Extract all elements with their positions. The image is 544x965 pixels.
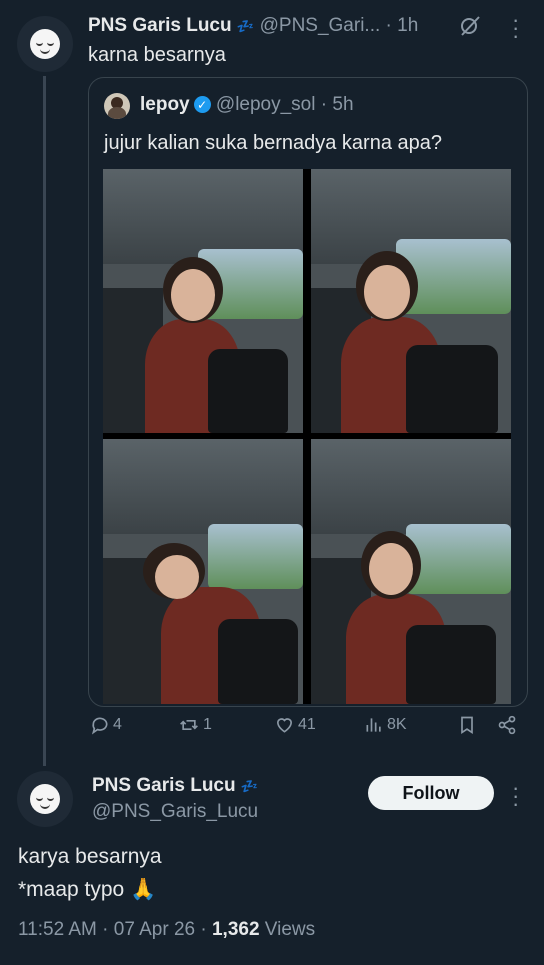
avatar[interactable] [17, 16, 73, 72]
follow-button[interactable]: Follow [368, 776, 494, 810]
author-name[interactable]: PNS Garis Lucu [88, 15, 232, 36]
more-icon[interactable]: · · · [512, 9, 519, 47]
more-icon[interactable]: · · · [512, 777, 519, 815]
reply-timestamp[interactable]: 11:52 AM · 07 Apr 26 · [18, 919, 212, 940]
retweet-icon [180, 720, 198, 730]
retweet-button[interactable]: 1 [178, 715, 212, 735]
photo[interactable] [103, 169, 303, 433]
views-count: 8K [387, 716, 407, 733]
reply-author-name[interactable]: PNS Garis Lucu [92, 775, 236, 796]
tweet-time[interactable]: · 1h [386, 15, 419, 36]
bookmark-button[interactable] [457, 715, 477, 735]
reply-avatar[interactable] [17, 771, 73, 827]
grok-icon[interactable] [458, 14, 482, 38]
quote-author-name: lepoy [140, 94, 190, 115]
reply-count: 4 [113, 716, 122, 733]
quoted-tweet[interactable]: lepoy ✓ @lepoy_sol · 5h jujur kalian suka… [88, 77, 528, 707]
views-button[interactable]: 8K [364, 715, 407, 735]
reply-meta: 11:52 AM · 07 Apr 26 · 1,362 Views [18, 919, 315, 941]
quote-avatar [104, 93, 130, 119]
reply-author-line: PNS Garis Lucu 💤 [92, 775, 258, 797]
quote-header: lepoy ✓ @lepoy_sol · 5h [140, 94, 354, 116]
tweet-header: PNS Garis Lucu 💤 @PNS_Gari... · 1h [88, 15, 418, 37]
reply-text-line-2: *maap typo 🙏 [18, 878, 157, 901]
photo[interactable] [311, 439, 511, 704]
reply-views-label: Views [259, 919, 316, 940]
sleepy-face-avatar-icon [30, 29, 60, 59]
reply-button[interactable]: 4 [90, 715, 122, 735]
photo[interactable] [103, 439, 303, 704]
share-icon [498, 715, 516, 735]
like-button[interactable]: 41 [274, 715, 316, 735]
sleep-emoji: 💤 [240, 778, 259, 794]
thread-line [43, 76, 46, 766]
action-bar: 4 1 41 8K [88, 715, 528, 743]
quote-time: · 5h [320, 94, 354, 115]
sleepy-face-avatar-icon [30, 784, 60, 814]
photo-grid[interactable] [103, 169, 511, 704]
views-icon [366, 718, 381, 732]
bookmark-icon [461, 716, 473, 735]
heart-icon [276, 718, 293, 733]
author-handle[interactable]: @PNS_Gari... [260, 15, 381, 36]
reply-author-handle[interactable]: @PNS_Garis_Lucu [92, 801, 258, 823]
retweet-count: 1 [203, 716, 212, 733]
quote-text: jujur kalian suka bernadya karna apa? [104, 132, 442, 154]
verified-badge-icon: ✓ [193, 96, 211, 114]
reply-icon [91, 717, 108, 735]
tweet-text: karna besarnya [88, 44, 226, 66]
like-count: 41 [298, 716, 316, 733]
sleep-emoji: 💤 [236, 18, 255, 34]
share-button[interactable] [497, 715, 517, 735]
reply-text-line-1: karya besarnya [18, 845, 162, 868]
quote-author-handle: @lepoy_sol [215, 94, 316, 115]
photo[interactable] [311, 169, 511, 433]
reply-views-count: 1,362 [211, 919, 260, 940]
